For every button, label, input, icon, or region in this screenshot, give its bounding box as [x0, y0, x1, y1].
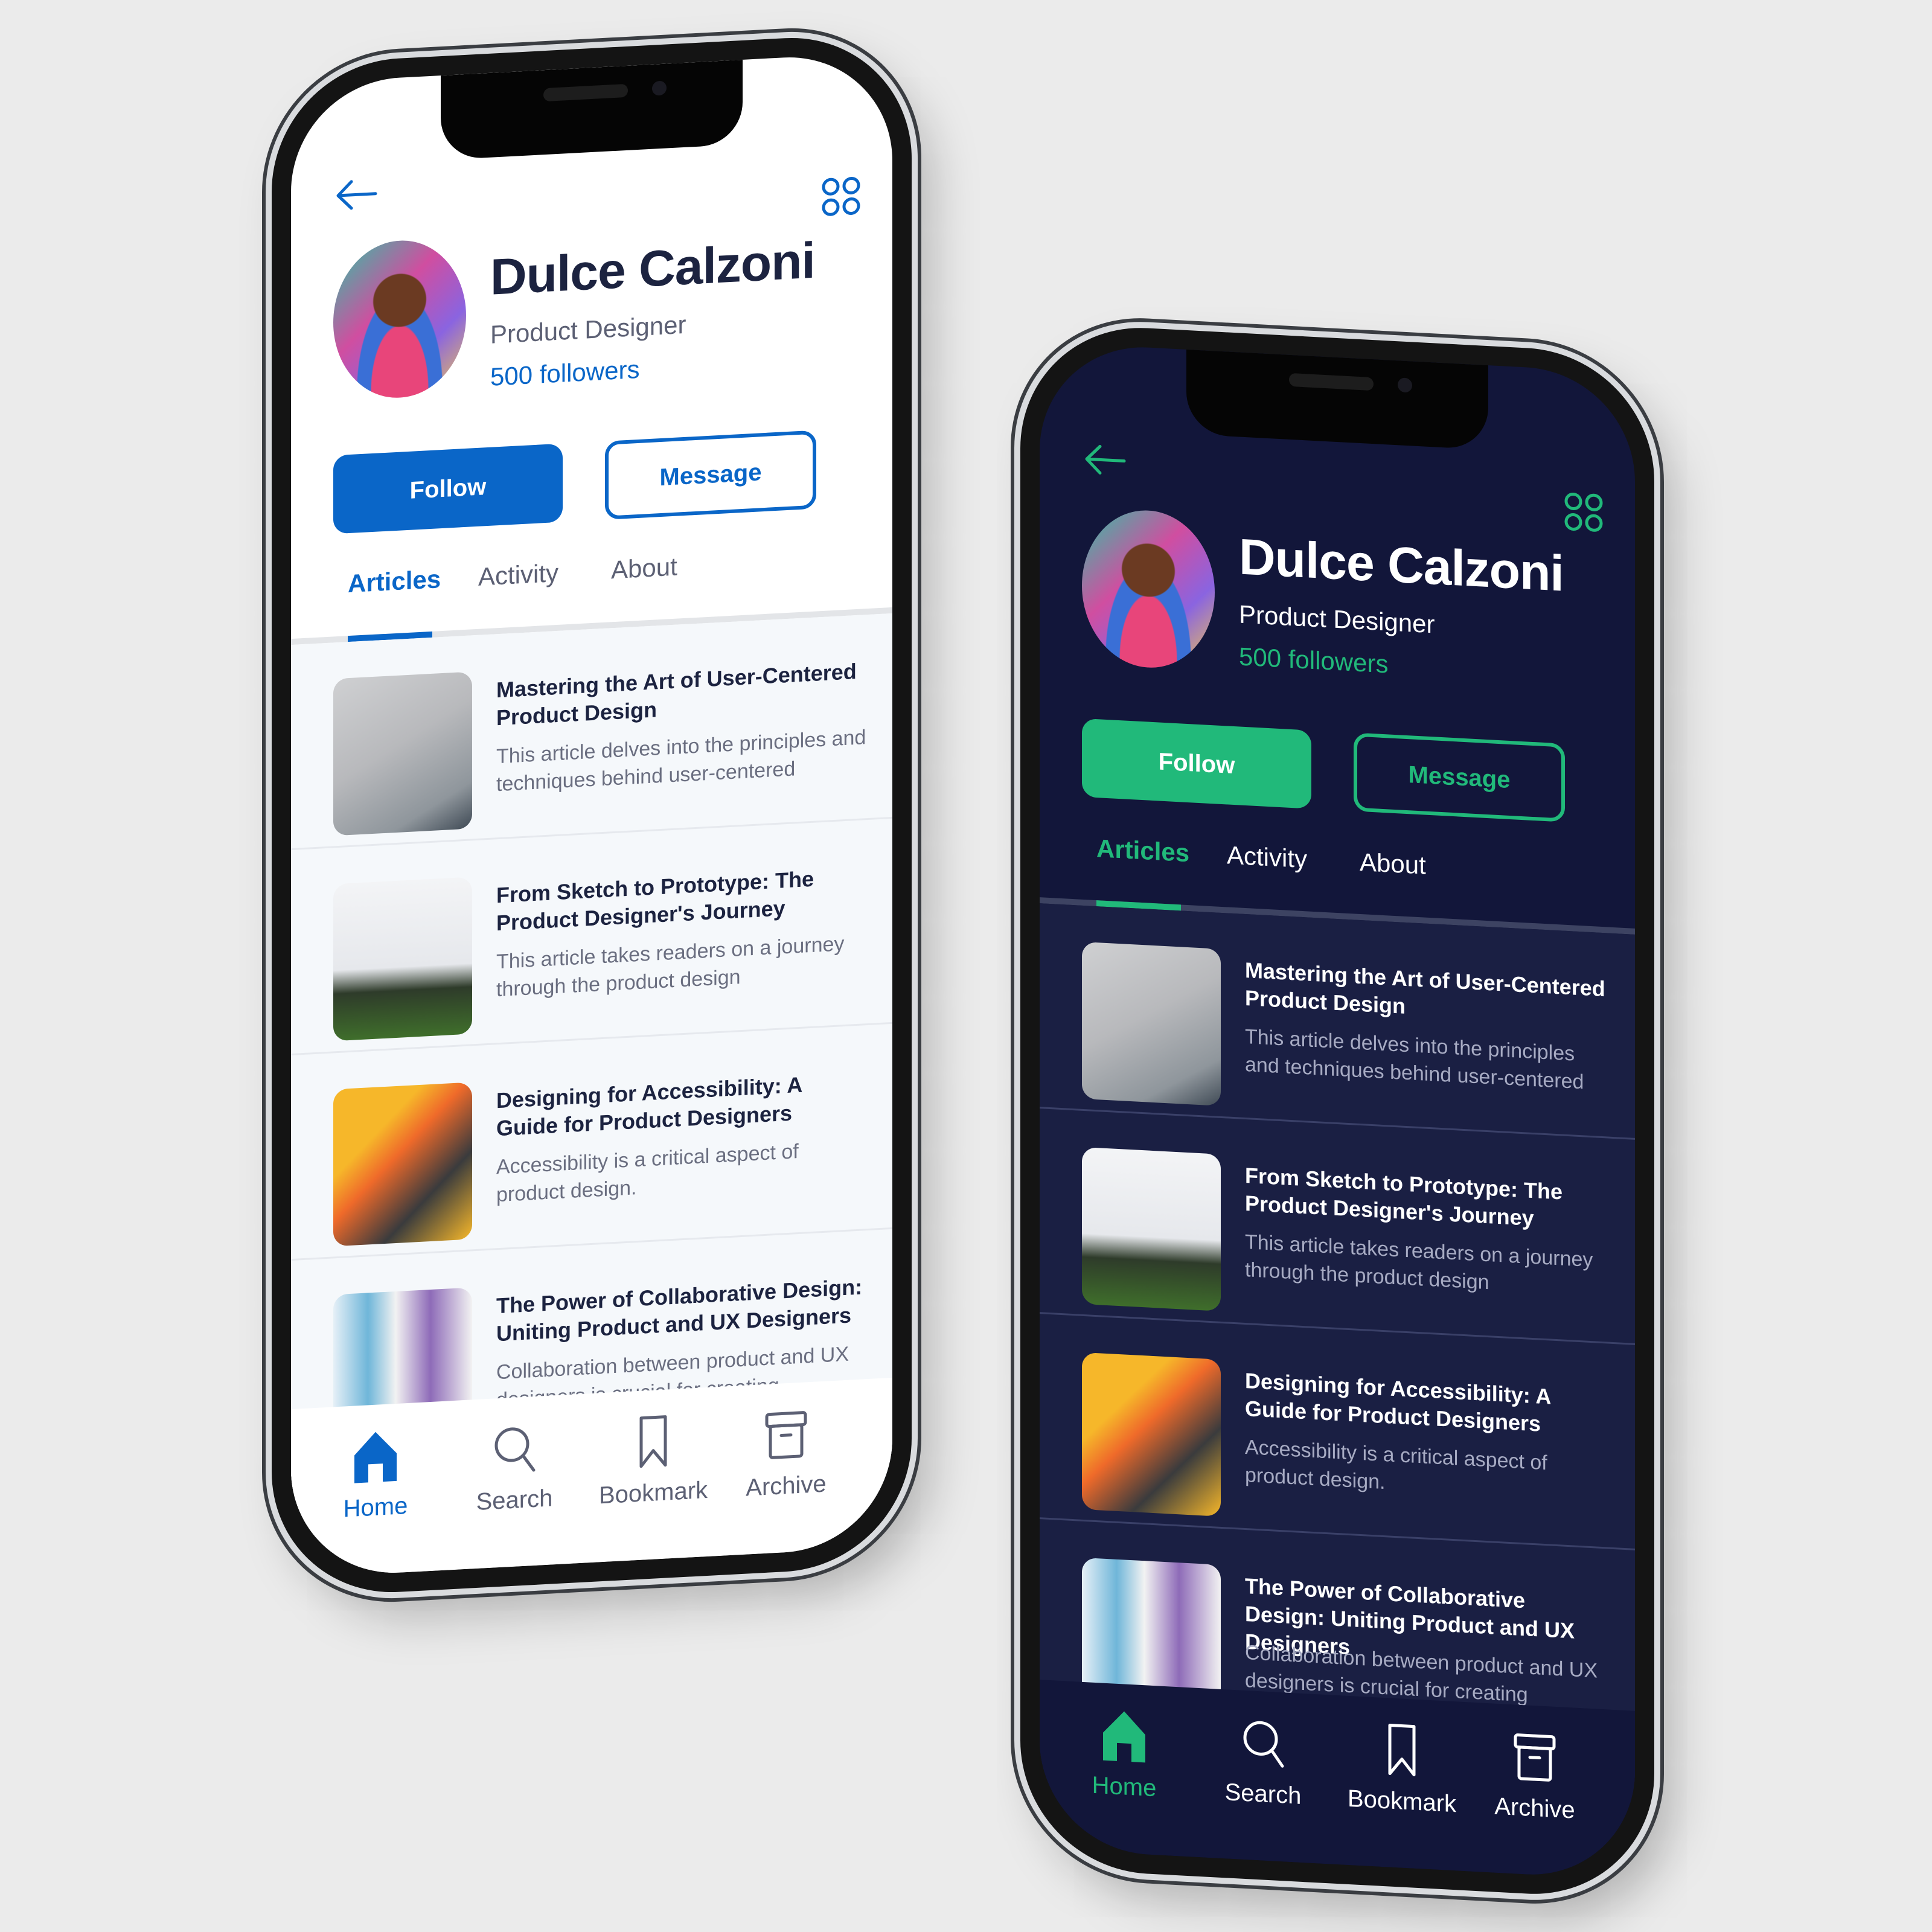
tab-articles[interactable]: Articles [348, 565, 441, 598]
bottom-navigation: Home Search Bookmark Archive [1040, 1680, 1635, 1880]
home-icon [1103, 1711, 1145, 1763]
profile-header: Dulce Calzoni Product Designer 500 follo… [333, 217, 862, 401]
nav-home[interactable]: Home [315, 1426, 436, 1524]
phone-light-theme: Dulce Calzoni Product Designer 500 follo… [272, 31, 912, 1599]
profile-header: Dulce Calzoni Product Designer 500 follo… [1082, 507, 1605, 691]
nav-bookmark-label: Bookmark [598, 1476, 708, 1509]
article-description: Accessibility is a critical aspect of pr… [496, 1140, 799, 1207]
article-title: Mastering the Art of User-Centered Produ… [496, 659, 857, 731]
article-description: This article takes readers on a journey … [1245, 1230, 1593, 1294]
bookmark-icon [1388, 1724, 1416, 1777]
article-title: From Sketch to Prototype: The Product De… [496, 866, 814, 936]
home-icon [354, 1431, 397, 1483]
screen-light: Dulce Calzoni Product Designer 500 follo… [291, 51, 892, 1579]
article-item[interactable]: From Sketch to Prototype: The Product De… [1040, 1108, 1635, 1345]
avatar [1082, 507, 1215, 671]
tab-activity[interactable]: Activity [478, 558, 558, 592]
message-button[interactable]: Message [605, 430, 816, 520]
article-description: This article delves into the principles … [496, 726, 866, 796]
profile-name: Dulce Calzoni [1239, 528, 1564, 602]
article-title: Designing for Accessibility: A Guide for… [496, 1072, 802, 1141]
nav-bookmark-label: Bookmark [1347, 1785, 1457, 1818]
article-item[interactable]: Designing for Accessibility: A Guide for… [291, 1023, 892, 1261]
tab-about[interactable]: About [611, 552, 677, 585]
profile-role: Product Designer [1239, 600, 1435, 639]
article-item[interactable]: Designing for Accessibility: A Guide for… [1040, 1314, 1635, 1550]
nav-search-label: Search [476, 1485, 553, 1516]
phone-dark-theme: Dulce Calzoni Product Designer 500 follo… [1020, 321, 1654, 1901]
article-title: The Power of Collaborative Design: Uniti… [496, 1274, 863, 1346]
follow-button[interactable]: Follow [1082, 718, 1311, 809]
followers-count[interactable]: 500 followers [490, 355, 639, 392]
arrow-left-icon [336, 180, 377, 210]
nav-search[interactable]: Search [454, 1418, 575, 1517]
nav-archive-label: Archive [1494, 1793, 1575, 1824]
profile-name: Dulce Calzoni [490, 231, 815, 305]
tab-about[interactable]: About [1360, 848, 1426, 880]
follow-button[interactable]: Follow [333, 443, 563, 534]
article-item[interactable]: Mastering the Art of User-Centered Produ… [291, 613, 892, 851]
article-title: Mastering the Art of User-Centered Produ… [1245, 957, 1605, 1019]
back-button[interactable] [333, 175, 382, 214]
apps-menu-button[interactable] [820, 174, 862, 219]
nav-archive[interactable]: Archive [726, 1404, 846, 1503]
screen-dark: Dulce Calzoni Product Designer 500 follo… [1040, 342, 1635, 1880]
four-circles-grid-icon [1564, 492, 1603, 532]
search-icon [494, 1427, 536, 1472]
article-description: This article takes readers on a journey … [496, 932, 845, 1002]
nav-home[interactable]: Home [1064, 1705, 1185, 1803]
article-list: Mastering the Art of User-Centered Produ… [291, 613, 892, 1515]
avatar [333, 237, 466, 401]
article-thumbnail [1082, 1352, 1221, 1517]
tab-activity[interactable]: Activity [1227, 840, 1307, 874]
nav-bookmark[interactable]: Bookmark [1342, 1719, 1462, 1818]
article-description: Accessibility is a critical aspect of pr… [1245, 1435, 1547, 1494]
article-item[interactable]: Mastering the Art of User-Centered Produ… [1040, 903, 1635, 1140]
notch [441, 59, 743, 161]
nav-search-label: Search [1224, 1779, 1302, 1809]
back-button[interactable] [1082, 441, 1130, 479]
followers-count[interactable]: 500 followers [1239, 642, 1388, 679]
nav-home-label: Home [343, 1492, 408, 1523]
article-list: Mastering the Art of User-Centered Produ… [1040, 903, 1635, 1804]
article-item[interactable]: From Sketch to Prototype: The Product De… [291, 818, 892, 1056]
speaker [543, 83, 628, 102]
arrow-left-icon [1085, 444, 1126, 475]
bottom-navigation: Home Search Bookmark Archive [291, 1377, 892, 1579]
notch [1186, 349, 1488, 450]
speaker [1289, 373, 1374, 391]
article-title: Designing for Accessibility: A Guide for… [1245, 1367, 1551, 1436]
profile-role: Product Designer [490, 310, 686, 349]
tab-articles[interactable]: Articles [1096, 834, 1189, 868]
article-thumbnail [333, 1082, 472, 1247]
nav-bookmark[interactable]: Bookmark [593, 1411, 714, 1509]
message-button[interactable]: Message [1354, 732, 1565, 822]
article-thumbnail [333, 877, 472, 1041]
article-title: From Sketch to Prototype: The Product De… [1245, 1162, 1563, 1231]
front-camera [1398, 377, 1412, 393]
apps-menu-button[interactable] [1563, 490, 1605, 535]
front-camera [652, 80, 667, 96]
nav-search[interactable]: Search [1203, 1712, 1323, 1811]
bookmark-icon [639, 1415, 667, 1468]
nav-archive[interactable]: Archive [1474, 1727, 1595, 1825]
nav-archive-label: Archive [746, 1470, 827, 1502]
article-thumbnail [333, 671, 472, 836]
article-thumbnail [1082, 1147, 1221, 1311]
four-circles-grid-icon [822, 176, 860, 216]
nav-home-label: Home [1092, 1771, 1157, 1802]
archive-icon [1514, 1733, 1556, 1782]
article-thumbnail [1082, 941, 1221, 1106]
search-icon [1243, 1721, 1284, 1768]
archive-icon [765, 1411, 807, 1459]
article-description: This article delves into the principles … [1245, 1025, 1584, 1094]
